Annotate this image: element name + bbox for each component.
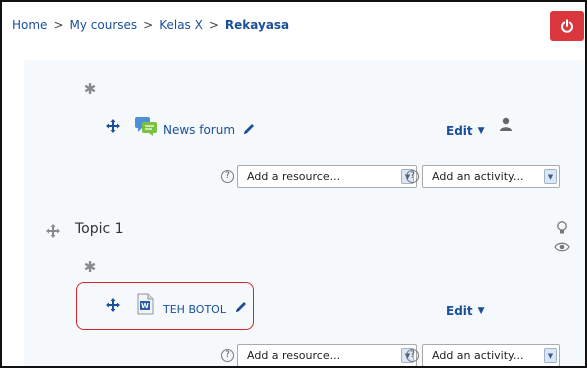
add-resource-value: Add a resource... bbox=[247, 349, 341, 362]
edit-label: Edit bbox=[446, 304, 473, 318]
topic-title: Topic 1 bbox=[75, 221, 124, 237]
add-activity-select[interactable]: Add an activity... ▼ bbox=[422, 344, 560, 366]
caret-down-icon: ▼ bbox=[477, 126, 485, 136]
lightbulb-icon[interactable] bbox=[556, 221, 568, 235]
move-icon[interactable] bbox=[106, 119, 120, 133]
logout-button[interactable] bbox=[550, 11, 584, 41]
breadcrumb-separator: > bbox=[143, 18, 154, 32]
breadcrumb: Home > My courses > Kelas X > Rekayasa bbox=[12, 10, 289, 40]
help-icon[interactable]: ? bbox=[406, 170, 419, 183]
edit-menu-news-forum[interactable]: Edit ▼ bbox=[446, 124, 485, 138]
chevron-down-icon: ▼ bbox=[544, 169, 557, 184]
gear-icon[interactable]: ✱ bbox=[83, 82, 97, 97]
add-activity-value: Add an activity... bbox=[432, 349, 524, 362]
move-icon[interactable] bbox=[46, 224, 60, 238]
power-icon bbox=[561, 19, 573, 33]
help-icon[interactable]: ? bbox=[221, 170, 234, 183]
gear-icon[interactable]: ✱ bbox=[83, 260, 97, 275]
breadcrumb-separator: > bbox=[208, 18, 219, 32]
highlight-box bbox=[76, 282, 254, 330]
breadcrumb-current[interactable]: Rekayasa bbox=[225, 18, 289, 32]
add-resource-select[interactable]: Add a resource... ▼ bbox=[237, 344, 417, 366]
edit-pencil-icon[interactable] bbox=[242, 122, 256, 136]
forum-icon bbox=[135, 117, 157, 136]
breadcrumb-my-courses[interactable]: My courses bbox=[70, 18, 138, 32]
breadcrumb-separator: > bbox=[53, 18, 64, 32]
add-activity-select[interactable]: Add an activity... ▼ bbox=[422, 165, 560, 188]
caret-down-icon: ▼ bbox=[477, 306, 485, 316]
course-page: Home > My courses > Kelas X > Rekayasa ✱… bbox=[0, 0, 587, 368]
add-resource-select[interactable]: Add a resource... ▼ bbox=[237, 165, 417, 188]
chevron-down-icon: ▼ bbox=[544, 348, 557, 363]
breadcrumb-home[interactable]: Home bbox=[12, 18, 47, 32]
add-activity-value: Add an activity... bbox=[432, 170, 524, 183]
eye-icon[interactable] bbox=[554, 242, 570, 252]
edit-menu-teh-botol[interactable]: Edit ▼ bbox=[446, 304, 485, 318]
edit-label: Edit bbox=[446, 124, 473, 138]
news-forum-link[interactable]: News forum bbox=[163, 123, 235, 137]
help-icon[interactable]: ? bbox=[406, 349, 419, 362]
add-resource-value: Add a resource... bbox=[247, 170, 341, 183]
user-icon[interactable] bbox=[499, 117, 513, 131]
breadcrumb-kelas[interactable]: Kelas X bbox=[159, 18, 203, 32]
help-icon[interactable]: ? bbox=[221, 349, 234, 362]
